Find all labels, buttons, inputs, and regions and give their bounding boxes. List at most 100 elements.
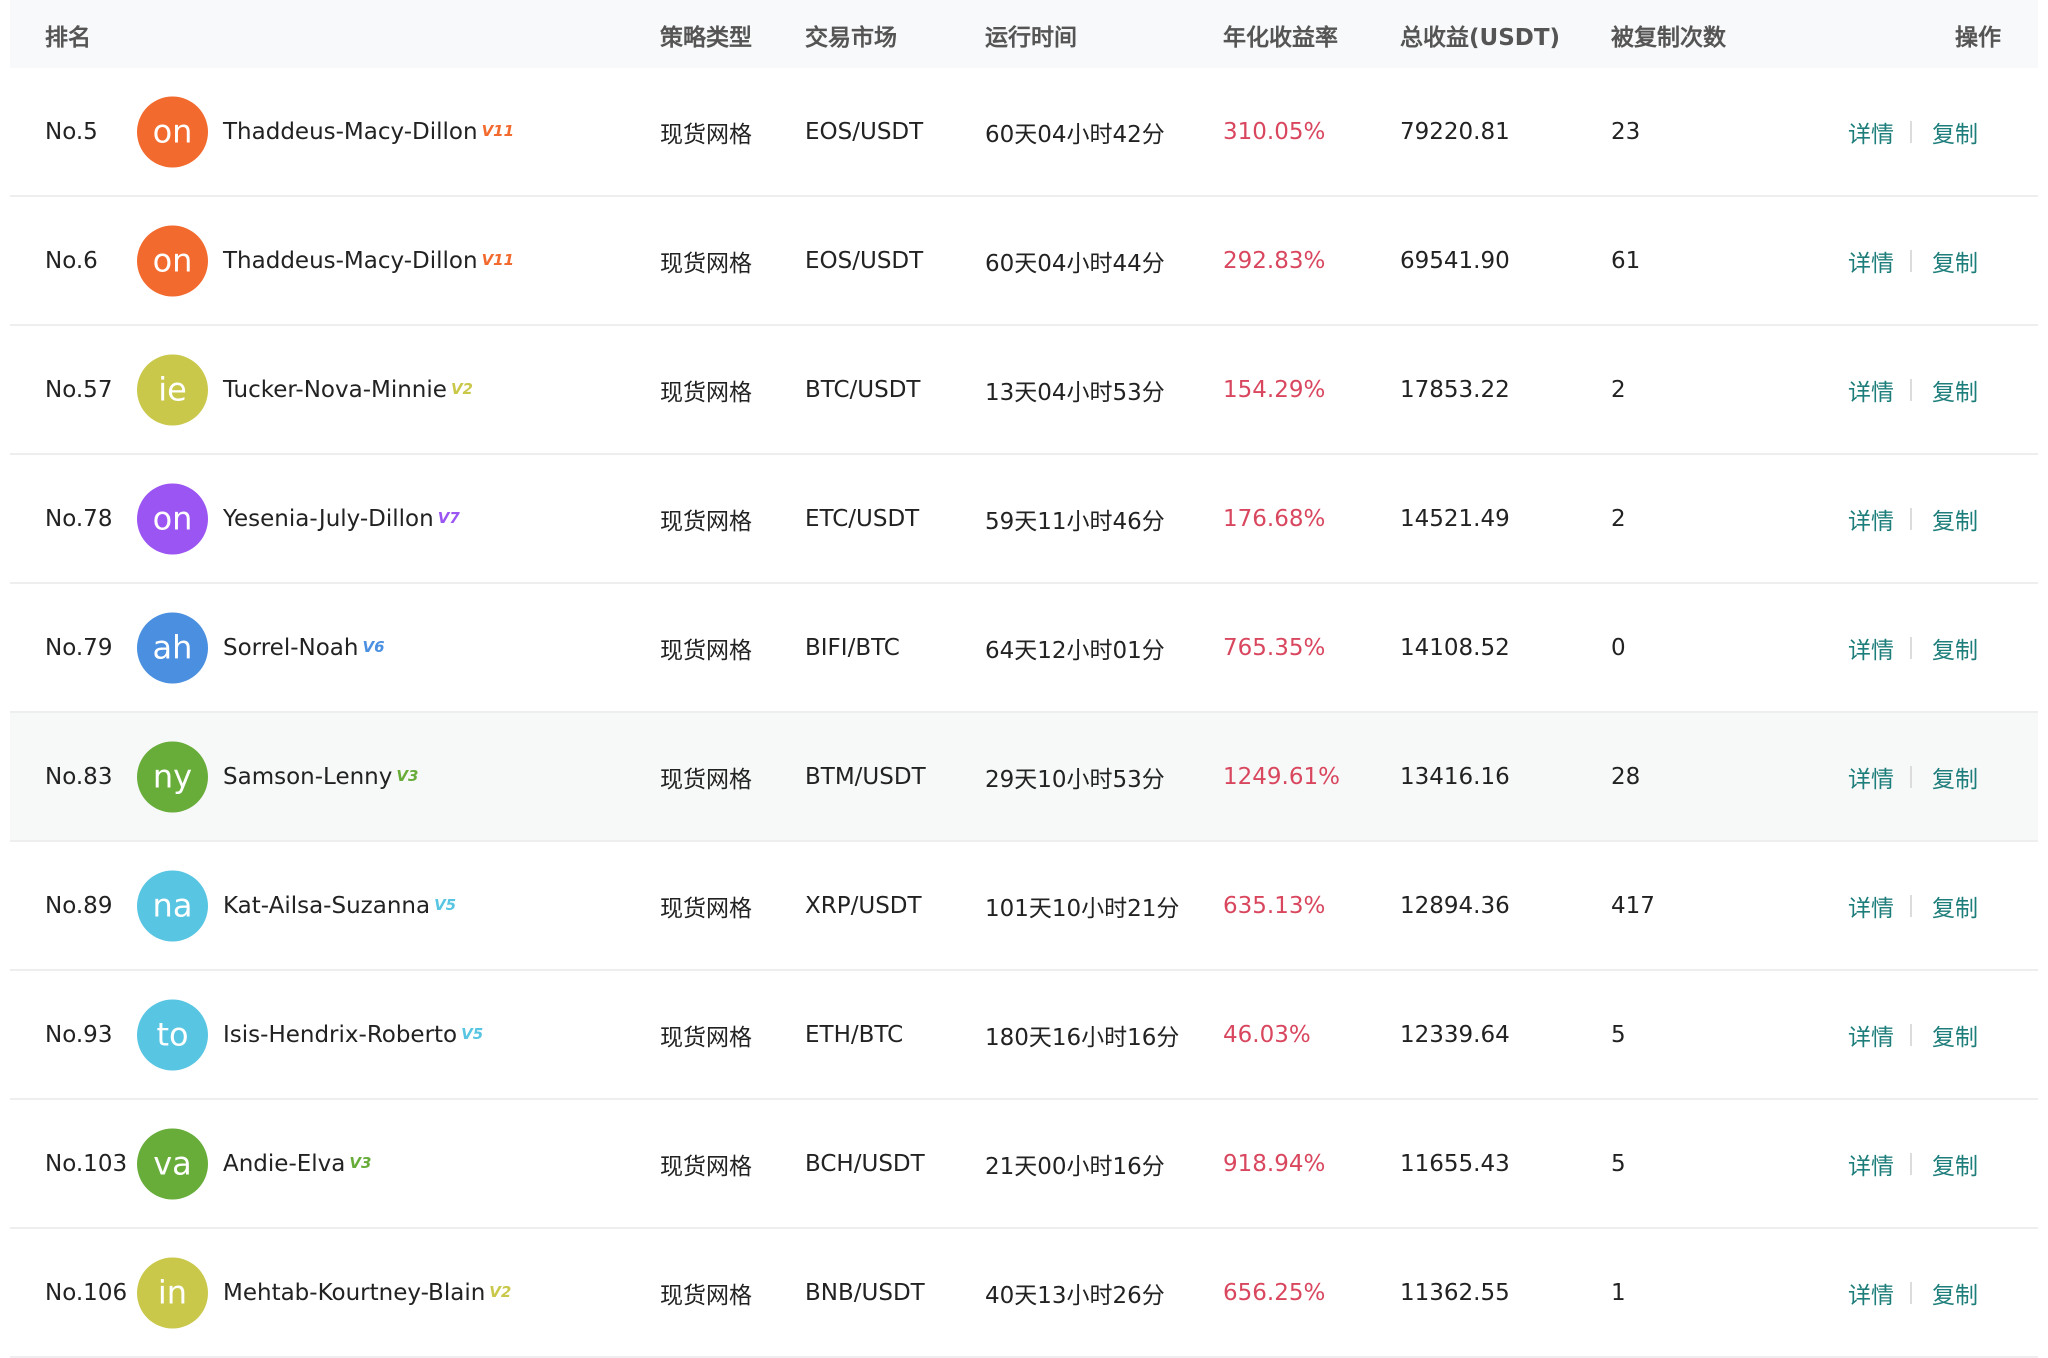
copy-link[interactable]: 复制 (1932, 1018, 1978, 1052)
detail-link[interactable]: 详情 (1848, 373, 1894, 407)
copied-count-cell: 417 (1611, 892, 1655, 919)
detail-link[interactable]: 详情 (1848, 1276, 1894, 1310)
trader-name[interactable]: Andie-Elva (223, 1151, 345, 1177)
detail-link[interactable]: 详情 (1848, 1018, 1894, 1052)
detail-link[interactable]: 详情 (1848, 631, 1894, 665)
annual-return-cell: 1249.61% (1223, 763, 1340, 790)
trader-name-cell[interactable]: Yesenia-July-Dillon V7 (223, 506, 460, 532)
trader-name[interactable]: Sorrel-Noah (223, 635, 358, 661)
trader-name-cell[interactable]: Tucker-Nova-Minnie V2 (223, 377, 473, 403)
level-badge-icon: V3 (349, 1154, 372, 1172)
avatar[interactable]: in (137, 1257, 208, 1328)
copied-count-cell: 2 (1611, 376, 1626, 403)
annual-return-cell: 656.25% (1223, 1279, 1326, 1306)
detail-link[interactable]: 详情 (1848, 889, 1894, 923)
action-divider (1910, 1152, 1912, 1175)
level-badge-icon: V11 (481, 251, 515, 269)
trader-name[interactable]: Isis-Hendrix-Roberto (223, 1022, 457, 1048)
trader-name[interactable]: Thaddeus-Macy-Dillon (223, 248, 478, 274)
detail-link[interactable]: 详情 (1848, 115, 1894, 149)
market-cell: EOS/USDT (805, 247, 924, 274)
trader-name-cell[interactable]: Isis-Hendrix-Roberto V5 (223, 1022, 483, 1048)
table-row: No.6 on Thaddeus-Macy-Dillon V11 现货网格 EO… (10, 197, 2038, 326)
avatar[interactable]: na (137, 870, 208, 941)
run-time-cell: 59天11小时46分 (985, 508, 1165, 535)
total-profit-cell: 11655.43 (1400, 1150, 1510, 1177)
copy-link[interactable]: 复制 (1932, 244, 1978, 278)
strategy-type-cell: 现货网格 (660, 250, 752, 277)
trader-name[interactable]: Yesenia-July-Dillon (223, 506, 434, 532)
detail-link[interactable]: 详情 (1848, 502, 1894, 536)
copy-link[interactable]: 复制 (1932, 1276, 1978, 1310)
strategy-type-cell: 现货网格 (660, 637, 752, 664)
strategy-type-cell: 现货网格 (660, 121, 752, 148)
detail-link[interactable]: 详情 (1848, 244, 1894, 278)
header-rank: 排名 (45, 25, 91, 51)
copied-count-cell: 23 (1611, 118, 1641, 145)
header-action: 操作 (1955, 25, 2001, 51)
copy-link[interactable]: 复制 (1932, 760, 1978, 794)
trader-name-cell[interactable]: Thaddeus-Macy-Dillon V11 (223, 248, 514, 274)
annual-return-cell: 154.29% (1223, 376, 1326, 403)
level-badge-icon: V5 (434, 896, 457, 914)
action-divider (1910, 1023, 1912, 1046)
trader-name[interactable]: Thaddeus-Macy-Dillon (223, 119, 478, 145)
copy-link[interactable]: 复制 (1932, 1147, 1978, 1181)
market-cell: XRP/USDT (805, 892, 922, 919)
copy-link[interactable]: 复制 (1932, 502, 1978, 536)
market-cell: EOS/USDT (805, 118, 924, 145)
avatar[interactable]: va (137, 1128, 208, 1199)
annual-return-cell: 310.05% (1223, 118, 1326, 145)
table-row: No.78 on Yesenia-July-Dillon V7 现货网格 ETC… (10, 455, 2038, 584)
avatar[interactable]: on (137, 483, 208, 554)
avatar[interactable]: ie (137, 354, 208, 425)
annual-return-cell: 635.13% (1223, 892, 1326, 919)
strategy-type-cell: 现货网格 (660, 1153, 752, 1180)
strategy-type-cell: 现货网格 (660, 766, 752, 793)
copied-count-cell: 28 (1611, 763, 1641, 790)
table-row: No.83 ny Samson-Lenny V3 现货网格 BTM/USDT 2… (10, 713, 2038, 842)
trader-name[interactable]: Kat-Ailsa-Suzanna (223, 893, 430, 919)
avatar[interactable]: ny (137, 741, 208, 812)
annual-return-cell: 765.35% (1223, 634, 1326, 661)
copy-link[interactable]: 复制 (1932, 631, 1978, 665)
detail-link[interactable]: 详情 (1848, 760, 1894, 794)
rank-cell: No.93 (45, 1021, 113, 1048)
header-annual-return: 年化收益率 (1223, 25, 1338, 51)
action-divider (1910, 249, 1912, 272)
table-row: No.93 to Isis-Hendrix-Roberto V5 现货网格 ET… (10, 971, 2038, 1100)
trader-name[interactable]: Samson-Lenny (223, 764, 392, 790)
level-badge-icon: V2 (489, 1283, 512, 1301)
total-profit-cell: 14108.52 (1400, 634, 1510, 661)
copy-link[interactable]: 复制 (1932, 373, 1978, 407)
avatar[interactable]: on (137, 96, 208, 167)
market-cell: BCH/USDT (805, 1150, 925, 1177)
trader-name[interactable]: Tucker-Nova-Minnie (223, 377, 447, 403)
level-badge-icon: V3 (396, 767, 419, 785)
total-profit-cell: 11362.55 (1400, 1279, 1510, 1306)
action-divider (1910, 507, 1912, 530)
trader-name-cell[interactable]: Thaddeus-Macy-Dillon V11 (223, 119, 514, 145)
avatar[interactable]: ah (137, 612, 208, 683)
total-profit-cell: 69541.90 (1400, 247, 1510, 274)
avatar[interactable]: to (137, 999, 208, 1070)
header-strategy-type: 策略类型 (660, 25, 752, 51)
detail-link[interactable]: 详情 (1848, 1147, 1894, 1181)
avatar[interactable]: on (137, 225, 208, 296)
table-header: 排名 策略类型 交易市场 运行时间 年化收益率 总收益(USDT) 被复制次数 … (10, 0, 2038, 68)
market-cell: ETC/USDT (805, 505, 920, 532)
trader-name-cell[interactable]: Mehtab-Kourtney-Blain V2 (223, 1280, 511, 1306)
action-divider (1910, 120, 1912, 143)
copied-count-cell: 5 (1611, 1150, 1626, 1177)
trader-name-cell[interactable]: Samson-Lenny V3 (223, 764, 418, 790)
total-profit-cell: 14521.49 (1400, 505, 1510, 532)
trader-name-cell[interactable]: Andie-Elva V3 (223, 1151, 371, 1177)
total-profit-cell: 12339.64 (1400, 1021, 1510, 1048)
copied-count-cell: 61 (1611, 247, 1641, 274)
copy-link[interactable]: 复制 (1932, 889, 1978, 923)
total-profit-cell: 79220.81 (1400, 118, 1510, 145)
trader-name[interactable]: Mehtab-Kourtney-Blain (223, 1280, 485, 1306)
trader-name-cell[interactable]: Kat-Ailsa-Suzanna V5 (223, 893, 456, 919)
trader-name-cell[interactable]: Sorrel-Noah V6 (223, 635, 385, 661)
copy-link[interactable]: 复制 (1932, 115, 1978, 149)
